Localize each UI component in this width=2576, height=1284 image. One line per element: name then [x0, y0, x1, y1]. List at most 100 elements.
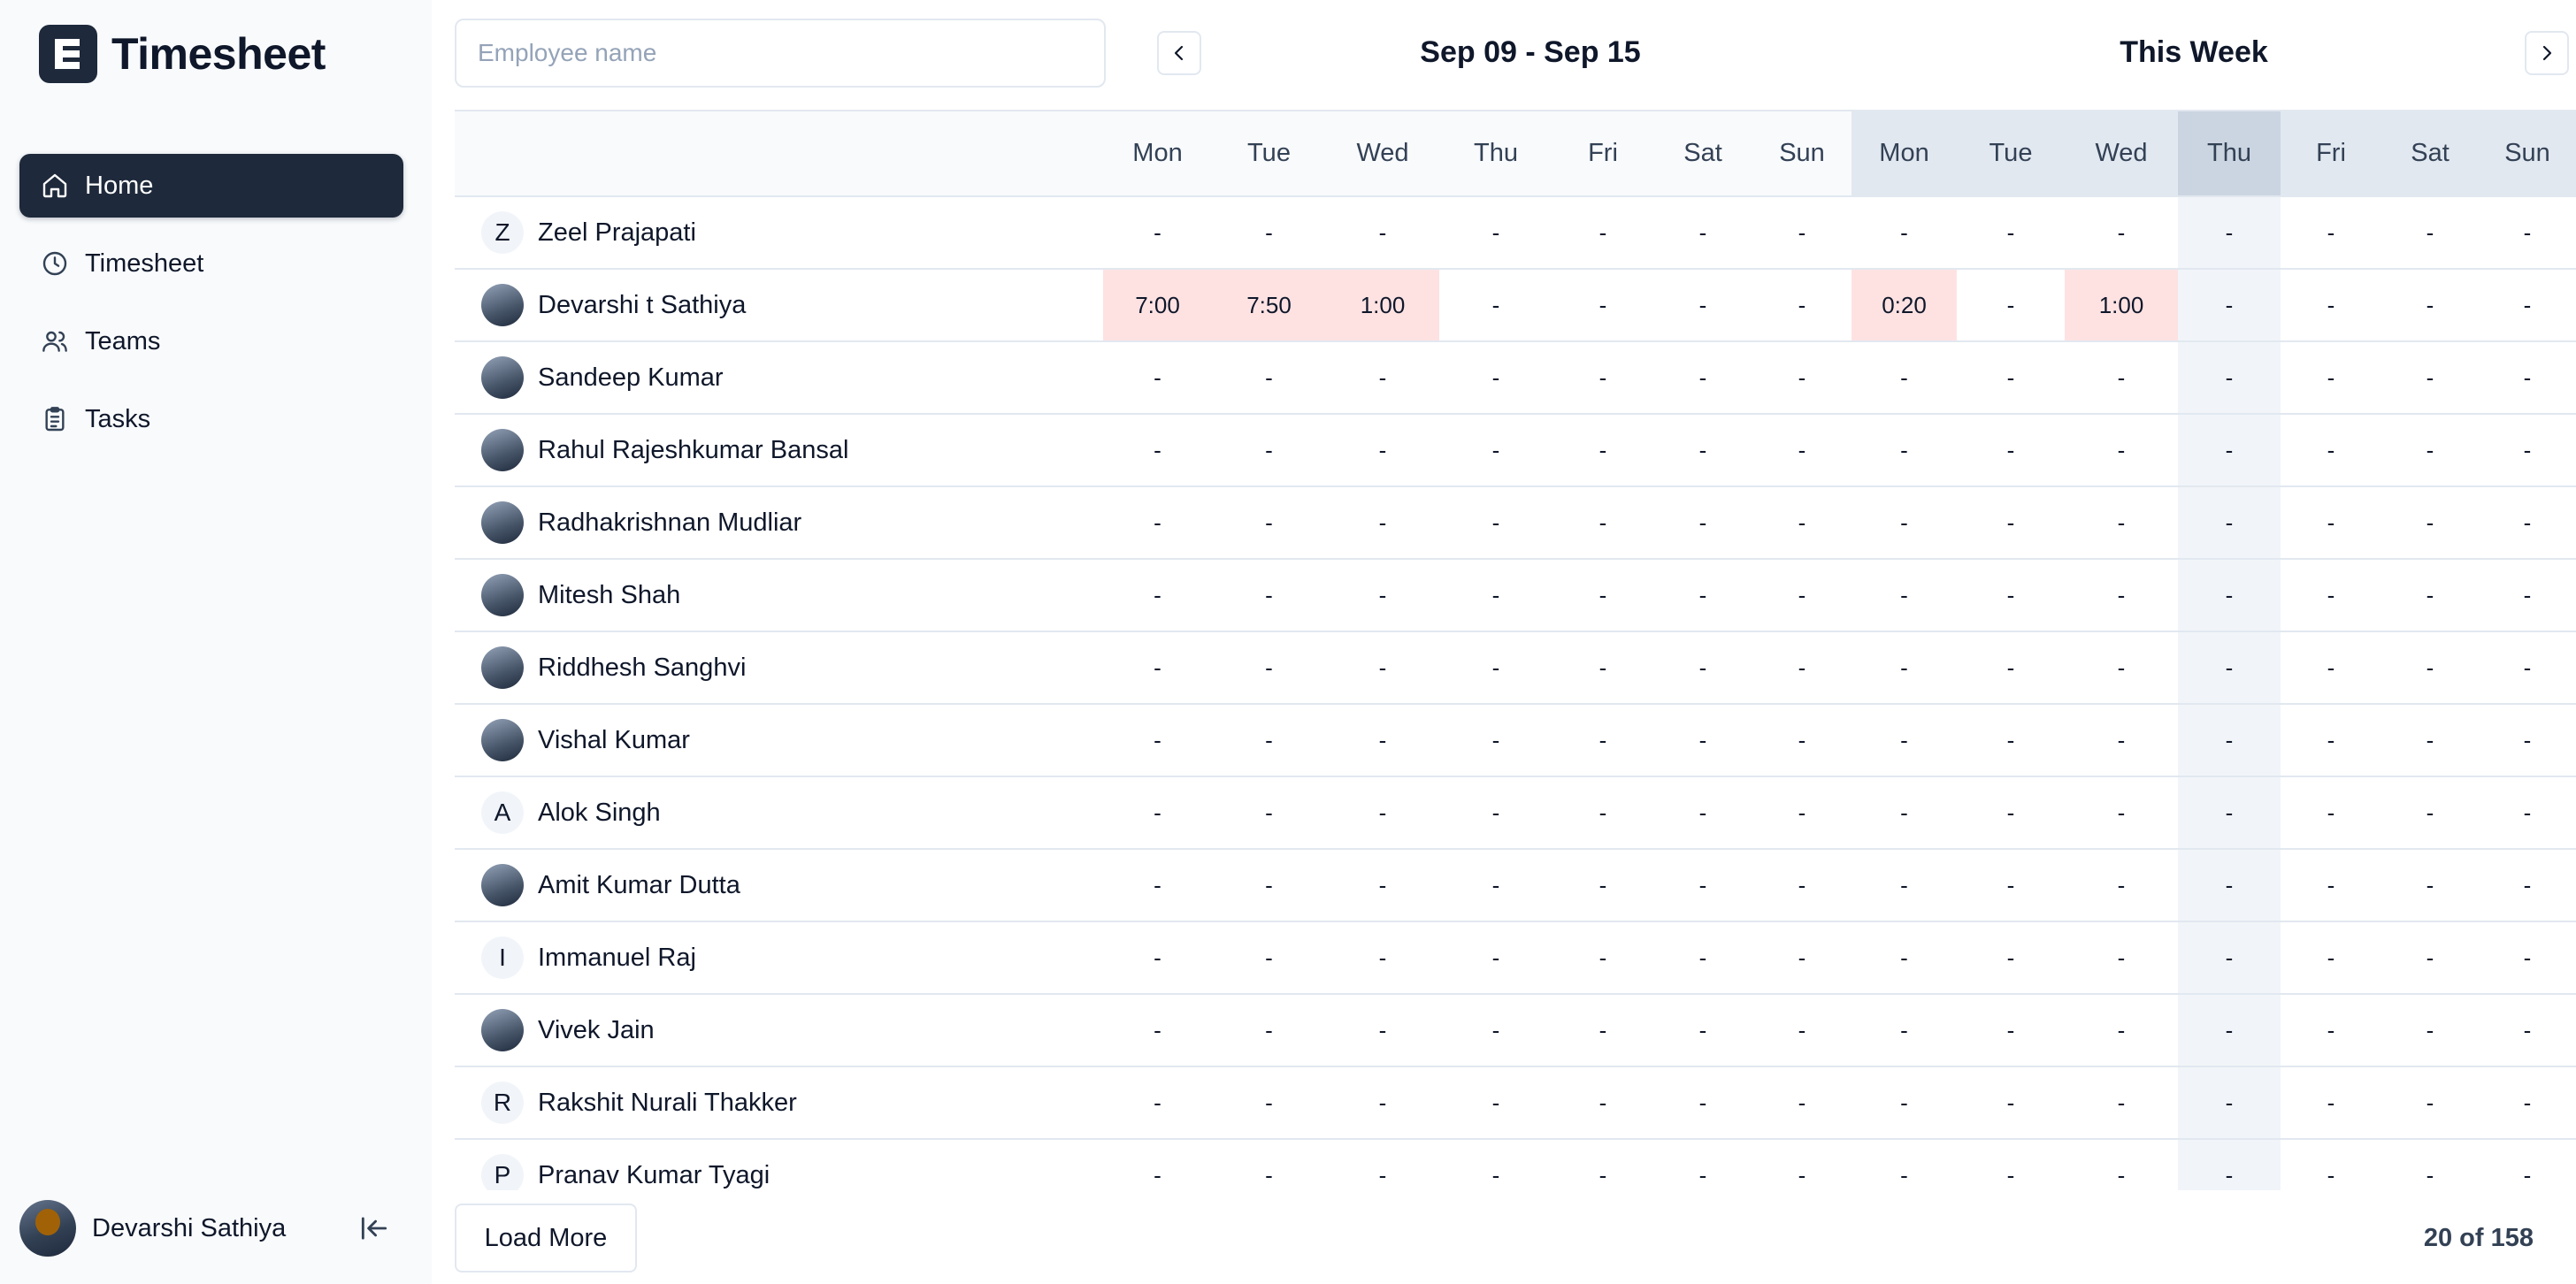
time-cell[interactable]: -: [1326, 341, 1439, 415]
user-profile[interactable]: Devarshi Sathiya: [19, 1199, 391, 1257]
time-cell[interactable]: -: [1552, 921, 1653, 995]
time-cell[interactable]: -: [1439, 1139, 1552, 1190]
time-cell[interactable]: -: [1439, 704, 1552, 777]
time-cell[interactable]: -: [1103, 1139, 1212, 1190]
time-cell[interactable]: -: [2281, 704, 2381, 777]
time-cell[interactable]: -: [1852, 486, 1957, 560]
time-cell[interactable]: -: [1212, 1139, 1326, 1190]
time-cell[interactable]: -: [2479, 994, 2576, 1067]
time-cell[interactable]: -: [1552, 1066, 1653, 1140]
time-cell[interactable]: -: [2281, 414, 2381, 487]
time-cell[interactable]: -: [1852, 704, 1957, 777]
time-cell[interactable]: -: [2381, 994, 2479, 1067]
time-cell[interactable]: -: [1552, 341, 1653, 415]
time-cell[interactable]: -: [1103, 341, 1212, 415]
time-cell[interactable]: -: [1212, 1066, 1326, 1140]
employee-cell[interactable]: R Rakshit Nurali Thakker: [455, 1066, 1103, 1140]
time-cell[interactable]: -: [2479, 704, 2576, 777]
time-cell[interactable]: -: [2381, 414, 2479, 487]
time-cell[interactable]: -: [2381, 341, 2479, 415]
time-cell[interactable]: -: [1326, 414, 1439, 487]
time-cell[interactable]: -: [1552, 196, 1653, 270]
employee-cell[interactable]: Devarshi t Sathiya: [455, 269, 1103, 342]
table-row[interactable]: I Immanuel Raj - - - - - - - - - - - - - -: [455, 921, 2576, 995]
table-row[interactable]: Vishal Kumar - - - - - - - - - - - - - -: [455, 704, 2576, 777]
time-cell[interactable]: -: [2065, 776, 2178, 850]
time-cell[interactable]: -: [2065, 414, 2178, 487]
employee-cell[interactable]: I Immanuel Raj: [455, 921, 1103, 995]
time-cell[interactable]: -: [1653, 486, 1752, 560]
time-cell[interactable]: -: [1212, 921, 1326, 995]
time-cell[interactable]: -: [1957, 631, 2065, 705]
time-cell[interactable]: -: [2065, 1139, 2178, 1190]
time-cell[interactable]: -: [1212, 776, 1326, 850]
app-logo[interactable]: Timesheet: [39, 25, 326, 83]
time-cell[interactable]: -: [2381, 631, 2479, 705]
time-cell[interactable]: -: [1326, 196, 1439, 270]
time-cell[interactable]: 1:00: [2065, 269, 2178, 342]
time-cell[interactable]: -: [1326, 921, 1439, 995]
employee-cell[interactable]: Vishal Kumar: [455, 704, 1103, 777]
time-cell[interactable]: -: [1439, 849, 1552, 922]
time-cell[interactable]: -: [1752, 341, 1852, 415]
time-cell[interactable]: -: [2281, 486, 2381, 560]
time-cell[interactable]: -: [2178, 1066, 2281, 1140]
time-cell[interactable]: -: [2381, 269, 2479, 342]
time-cell[interactable]: -: [2178, 994, 2281, 1067]
time-cell[interactable]: 1:00: [1326, 269, 1439, 342]
time-cell[interactable]: -: [1439, 414, 1552, 487]
time-cell[interactable]: -: [1552, 486, 1653, 560]
time-cell[interactable]: -: [2281, 631, 2381, 705]
time-cell[interactable]: -: [1852, 921, 1957, 995]
sidebar-item-home[interactable]: Home: [19, 154, 403, 218]
time-cell[interactable]: -: [2479, 1139, 2576, 1190]
time-cell[interactable]: -: [2479, 849, 2576, 922]
time-cell[interactable]: -: [1653, 776, 1752, 850]
table-row[interactable]: P Pranav Kumar Tyagi - - - - - - - - - - - - - -: [455, 1139, 2576, 1190]
time-cell[interactable]: -: [1439, 269, 1552, 342]
time-cell[interactable]: -: [1752, 704, 1852, 777]
time-cell[interactable]: -: [1212, 486, 1326, 560]
time-cell[interactable]: -: [1653, 196, 1752, 270]
time-cell[interactable]: -: [1326, 704, 1439, 777]
time-cell[interactable]: -: [1957, 1066, 2065, 1140]
time-cell[interactable]: -: [2065, 341, 2178, 415]
time-cell[interactable]: -: [1957, 1139, 2065, 1190]
next-week-button[interactable]: [2525, 31, 2569, 75]
time-cell[interactable]: -: [1552, 269, 1653, 342]
time-cell[interactable]: -: [2178, 1139, 2281, 1190]
time-cell[interactable]: -: [2281, 1066, 2381, 1140]
time-cell[interactable]: -: [1212, 631, 1326, 705]
time-cell[interactable]: -: [1103, 1066, 1212, 1140]
time-cell[interactable]: -: [2178, 704, 2281, 777]
employee-cell[interactable]: Radhakrishnan Mudliar: [455, 486, 1103, 560]
time-cell[interactable]: -: [2479, 341, 2576, 415]
time-cell[interactable]: -: [2281, 269, 2381, 342]
time-cell[interactable]: -: [1957, 704, 2065, 777]
time-cell[interactable]: -: [1957, 559, 2065, 632]
time-cell[interactable]: -: [1326, 486, 1439, 560]
time-cell[interactable]: -: [2479, 414, 2576, 487]
time-cell[interactable]: -: [2479, 1066, 2576, 1140]
time-cell[interactable]: -: [1653, 1066, 1752, 1140]
table-row[interactable]: R Rakshit Nurali Thakker - - - - - - - - - - - - - -: [455, 1066, 2576, 1140]
employee-cell[interactable]: Sandeep Kumar: [455, 341, 1103, 415]
time-cell[interactable]: -: [1552, 1139, 1653, 1190]
time-cell[interactable]: -: [1852, 994, 1957, 1067]
time-cell[interactable]: -: [1957, 196, 2065, 270]
time-cell[interactable]: -: [2479, 486, 2576, 560]
time-cell[interactable]: -: [1653, 1139, 1752, 1190]
time-cell[interactable]: -: [1439, 341, 1552, 415]
table-row[interactable]: Devarshi t Sathiya 7:00 7:50 1:00- - - -0:20-1…: [455, 269, 2576, 342]
time-cell[interactable]: -: [2065, 849, 2178, 922]
time-cell[interactable]: -: [1957, 994, 2065, 1067]
time-cell[interactable]: -: [2065, 921, 2178, 995]
time-cell[interactable]: -: [1957, 921, 2065, 995]
time-cell[interactable]: -: [1752, 559, 1852, 632]
time-cell[interactable]: -: [2178, 631, 2281, 705]
employee-cell[interactable]: Mitesh Shah: [455, 559, 1103, 632]
time-cell[interactable]: -: [1752, 776, 1852, 850]
table-row[interactable]: Z Zeel Prajapati - - - - - - - - - - - - - -: [455, 196, 2576, 270]
employee-cell[interactable]: Rahul Rajeshkumar Bansal: [455, 414, 1103, 487]
table-row[interactable]: Sandeep Kumar - - - - - - - - - - - - - -: [455, 341, 2576, 415]
